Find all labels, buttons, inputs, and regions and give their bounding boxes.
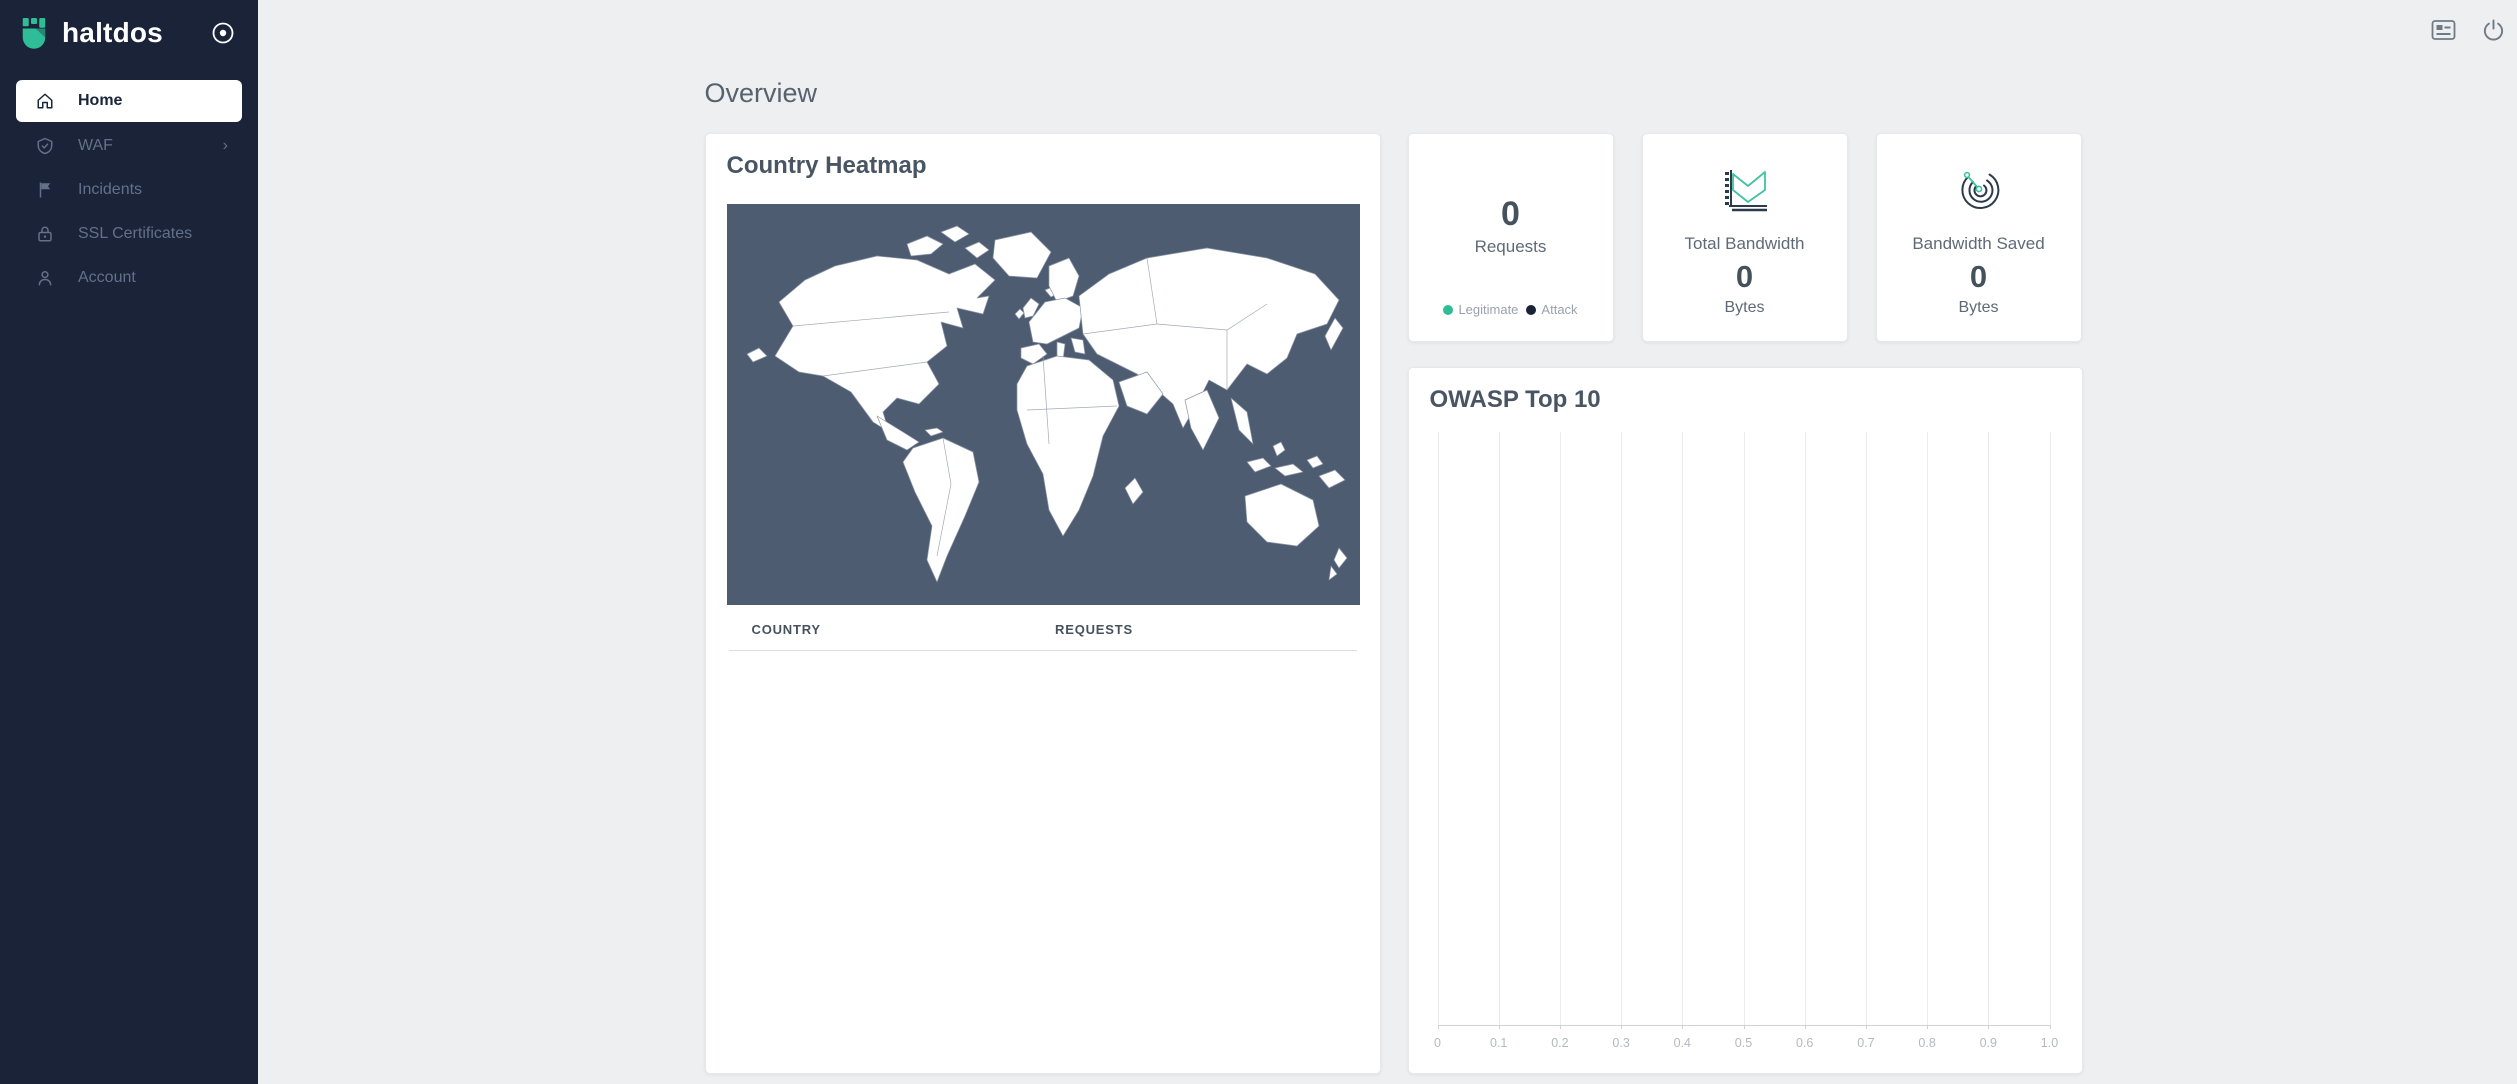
requests-legend: Legitimate Attack <box>1409 302 1613 317</box>
requests-label: Requests <box>1475 237 1547 257</box>
bandwidth-saved-value: 0 <box>1970 260 1987 294</box>
x-tick-label: 0.6 <box>1796 1036 1813 1050</box>
radar-icon <box>1951 158 2007 220</box>
logo-text: haltdos <box>62 17 163 49</box>
owasp-card-title: OWASP Top 10 <box>1430 386 2061 414</box>
heatmap-card-title: Country Heatmap <box>727 152 1359 180</box>
axis-tick <box>2050 1025 2051 1029</box>
page-title: Overview <box>705 78 2083 109</box>
axis-tick <box>1438 1025 1439 1029</box>
gridline <box>1927 432 1928 1025</box>
gridline <box>1744 432 1745 1025</box>
area-chart-icon <box>1719 158 1771 220</box>
sidebar-item-incidents[interactable]: Incidents <box>16 168 242 212</box>
gridline <box>1805 432 1806 1025</box>
x-tick-label: 0.8 <box>1918 1036 1935 1050</box>
sidebar-item-waf[interactable]: WAF › <box>16 124 242 168</box>
gridline <box>1499 432 1500 1025</box>
bandwidth-saved-title: Bandwidth Saved <box>1912 234 2044 254</box>
haltdos-logo-icon <box>16 15 52 51</box>
axis-tick <box>1866 1025 1867 1029</box>
gridline <box>2050 432 2051 1025</box>
owasp-top10-card: OWASP Top 10 <box>1408 367 2083 1074</box>
gridline <box>1682 432 1683 1025</box>
axis-tick <box>1744 1025 1745 1029</box>
logo[interactable]: haltdos <box>16 15 210 51</box>
axis-tick <box>1927 1025 1928 1029</box>
gridline <box>1560 432 1561 1025</box>
user-icon <box>36 269 54 287</box>
sidebar-item-ssl-certificates[interactable]: SSL Certificates <box>16 212 242 256</box>
bandwidth-saved-unit: Bytes <box>1958 299 1998 317</box>
total-bandwidth-unit: Bytes <box>1724 299 1764 317</box>
sidebar-header: haltdos <box>0 0 258 66</box>
legend-attack: Attack <box>1526 302 1577 317</box>
legend-attack-label: Attack <box>1541 302 1577 317</box>
x-tick-label: 0.7 <box>1857 1036 1874 1050</box>
total-bandwidth-value: 0 <box>1736 260 1753 294</box>
world-map[interactable] <box>727 204 1360 605</box>
lock-icon <box>36 225 54 243</box>
x-tick-label: 0 <box>1434 1036 1441 1050</box>
requests-value: 0 <box>1501 196 1520 233</box>
gridline <box>1621 432 1622 1025</box>
sidebar: haltdos Home WAF <box>0 0 258 1084</box>
main-content: Overview Country Heatmap <box>258 0 2517 1084</box>
x-tick-label: 0.3 <box>1612 1036 1629 1050</box>
owasp-x-axis-labels: 0 0.1 0.2 0.3 0.4 0.5 0.6 0.7 0.8 0.9 1.… <box>1438 1036 2050 1052</box>
country-table-header: COUNTRY REQUESTS <box>729 605 1357 651</box>
sidebar-item-label: Home <box>78 92 228 110</box>
flag-icon <box>36 181 54 199</box>
legitimate-dot-icon <box>1443 305 1453 315</box>
chevron-right-icon: › <box>223 137 228 155</box>
axis-tick <box>1499 1025 1500 1029</box>
column-country: COUNTRY <box>729 622 1056 637</box>
legend-legitimate-label: Legitimate <box>1458 302 1518 317</box>
home-icon <box>36 92 54 110</box>
x-tick-label: 1.0 <box>2041 1036 2058 1050</box>
total-bandwidth-title: Total Bandwidth <box>1684 234 1804 254</box>
axis-tick <box>1988 1025 1989 1029</box>
owasp-chart-plot-area[interactable] <box>1438 432 2050 1026</box>
gridline <box>1866 432 1867 1025</box>
x-tick-label: 0.1 <box>1490 1036 1507 1050</box>
sidebar-item-label: SSL Certificates <box>78 225 228 243</box>
axis-tick <box>1621 1025 1622 1029</box>
attack-dot-icon <box>1526 305 1536 315</box>
requests-card: 0 Requests Legitimate Attack <box>1408 133 1614 342</box>
column-requests: REQUESTS <box>1055 622 1133 637</box>
sidebar-item-label: Account <box>78 269 228 287</box>
x-tick-label: 0.9 <box>1980 1036 1997 1050</box>
sidebar-item-label: Incidents <box>78 181 228 199</box>
bandwidth-saved-card: Bandwidth Saved 0 Bytes <box>1876 133 2082 342</box>
sidebar-nav: Home WAF › Incidents <box>0 80 258 300</box>
sidebar-item-label: WAF <box>78 137 223 155</box>
x-tick-label: 0.2 <box>1551 1036 1568 1050</box>
sidebar-item-account[interactable]: Account <box>16 256 242 300</box>
gridline <box>1988 432 1989 1025</box>
country-heatmap-card: Country Heatmap <box>705 133 1381 1074</box>
axis-tick <box>1560 1025 1561 1029</box>
sidebar-item-home[interactable]: Home <box>16 80 242 122</box>
axis-tick <box>1805 1025 1806 1029</box>
gridline <box>1438 432 1439 1025</box>
shield-icon <box>36 137 54 155</box>
stats-row: 0 Requests Legitimate Attack <box>1408 133 2083 342</box>
total-bandwidth-card: Total Bandwidth 0 Bytes <box>1642 133 1848 342</box>
x-tick-label: 0.5 <box>1735 1036 1752 1050</box>
axis-tick <box>1682 1025 1683 1029</box>
sidebar-collapse-icon[interactable] <box>210 20 236 46</box>
legend-legitimate: Legitimate <box>1443 302 1518 317</box>
x-tick-label: 0.4 <box>1674 1036 1691 1050</box>
